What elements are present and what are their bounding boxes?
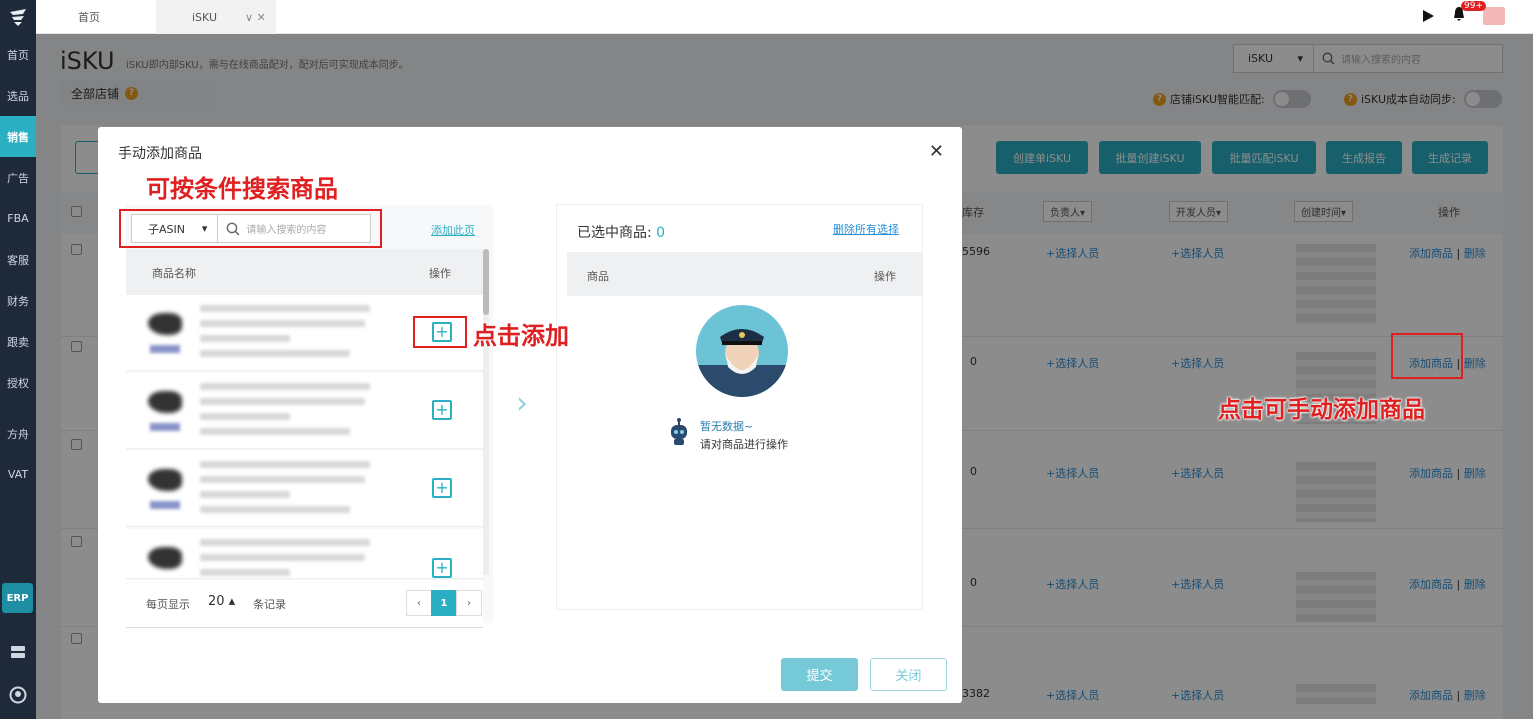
play-icon[interactable] — [1421, 9, 1435, 23]
annotation-click-add: 点击添加 — [473, 322, 569, 350]
sidebar-item-ads[interactable]: 广告 — [0, 157, 36, 198]
modal-title: 手动添加商品 — [118, 146, 202, 162]
product-line — [200, 428, 350, 435]
store-icon[interactable] — [9, 643, 27, 661]
erp-button[interactable]: ERP — [2, 583, 33, 613]
top-right-controls: 99+ — [1421, 1, 1505, 25]
clear-all-selection-link[interactable]: 删除所有选择 — [833, 221, 899, 237]
product-line — [200, 335, 290, 342]
product-line — [200, 320, 365, 327]
sidebar: 首页 选品 销售 广告 FBA 客服 财务 跟卖 授权 方舟 VAT ERP — [0, 0, 36, 719]
sidebar-item-follow-sell[interactable]: 跟卖 — [0, 321, 36, 362]
selected-label: 已选中商品: — [577, 225, 652, 241]
selected-count: 0 — [656, 225, 666, 241]
page-size-select[interactable]: 20 ▴ — [208, 594, 235, 609]
sidebar-item-vat[interactable]: VAT — [0, 454, 36, 495]
product-line — [200, 539, 370, 546]
robot-icon — [671, 418, 687, 445]
empty-state-hint: 请对商品进行操作 — [700, 438, 788, 451]
product-line — [200, 569, 290, 576]
list-item: + — [126, 451, 483, 527]
empty-state-illustration — [696, 305, 788, 397]
sidebar-item-selection[interactable]: 选品 — [0, 75, 36, 116]
annotation-box-add-product — [1391, 333, 1463, 379]
product-line — [200, 305, 370, 312]
product-image — [148, 391, 182, 413]
sidebar-item-sales[interactable]: 销售 — [0, 116, 36, 157]
add-product-button[interactable]: + — [432, 400, 452, 420]
page-size-value: 20 — [208, 594, 225, 609]
product-info — [200, 383, 370, 443]
scrollbar-thumb[interactable] — [483, 249, 489, 315]
annotation-manual-add: 点击可手动添加商品 — [1218, 397, 1425, 423]
sidebar-item-authorize[interactable]: 授权 — [0, 362, 36, 403]
sidebar-item-ark[interactable]: 方舟 — [0, 413, 36, 454]
selected-list-header: 商品 操作 — [567, 252, 922, 296]
prev-page-button[interactable]: ‹ — [406, 590, 432, 616]
add-page-link[interactable]: 添加此页 — [431, 222, 475, 238]
logo-icon — [10, 9, 26, 26]
product-line — [200, 491, 290, 498]
add-product-modal: 手动添加商品 ✕ 子ASIN ▾ 请输入搜索的内容 添加此页 商品名称 操作 +… — [98, 127, 962, 703]
product-list-scrollbar[interactable] — [483, 249, 489, 575]
product-info — [200, 539, 370, 578]
product-image — [148, 469, 182, 491]
list-item: + — [126, 373, 483, 449]
tab-isku-label: iSKU — [192, 10, 218, 24]
product-list-header: 商品名称 操作 — [126, 249, 483, 295]
product-line — [200, 461, 370, 468]
product-line — [200, 398, 365, 405]
sidebar-item-home[interactable]: 首页 — [0, 34, 36, 75]
product-line — [200, 383, 370, 390]
page-size-label: 每页显示 — [146, 598, 190, 611]
col-selected-product: 商品 — [587, 270, 609, 283]
user-circle-icon[interactable] — [9, 686, 27, 704]
top-bar: 首页 iSKU ∨ ✕ 99+ — [36, 0, 1533, 34]
sidebar-item-finance[interactable]: 财务 — [0, 280, 36, 321]
product-info — [200, 305, 370, 365]
tab-isku-controls[interactable]: ∨ ✕ — [245, 11, 266, 24]
add-product-button[interactable]: + — [432, 558, 452, 578]
product-line — [200, 413, 290, 420]
col-selected-action: 操作 — [874, 270, 896, 283]
tab-isku[interactable]: iSKU ∨ ✕ — [156, 0, 276, 34]
product-image — [148, 313, 182, 335]
product-image-tag — [150, 423, 180, 431]
close-icon[interactable]: ✕ — [929, 141, 944, 162]
col-product-name: 商品名称 — [152, 267, 196, 280]
notification-badge: 99+ — [1461, 1, 1486, 11]
annotation-search-hint: 可按条件搜索商品 — [146, 175, 338, 203]
pagination: 每页显示 20 ▴ 条记录 ‹ 1 › — [126, 580, 483, 628]
list-item: + — [126, 529, 483, 579]
col-product-action: 操作 — [429, 267, 451, 280]
annotation-box-add — [413, 316, 467, 348]
next-page-button[interactable]: › — [456, 590, 482, 616]
product-image-tag — [150, 345, 180, 353]
product-line — [200, 506, 350, 513]
product-line — [200, 476, 365, 483]
avatar[interactable] — [1483, 6, 1505, 25]
add-product-button[interactable]: + — [432, 478, 452, 498]
page-1-button[interactable]: 1 — [431, 590, 457, 616]
submit-button[interactable]: 提交 — [781, 658, 858, 691]
empty-state-title: 暂无数据~ — [700, 420, 754, 433]
tab-home[interactable]: 首页 — [78, 0, 100, 34]
product-image-tag — [150, 501, 180, 509]
captain-icon — [696, 329, 788, 397]
sidebar-item-service[interactable]: 客服 — [0, 239, 36, 280]
product-image — [148, 547, 182, 569]
selected-products-title: 已选中商品: 0 — [577, 222, 665, 242]
product-info — [200, 461, 370, 521]
chevron-right-icon: › — [516, 386, 528, 421]
close-button[interactable]: 关闭 — [870, 658, 947, 691]
notification-bell[interactable]: 99+ — [1451, 1, 1486, 25]
annotation-box-search — [119, 209, 382, 248]
page-size-suffix: 条记录 — [253, 598, 286, 611]
product-line — [200, 350, 350, 357]
product-line — [200, 554, 365, 561]
app-logo[interactable] — [0, 0, 36, 34]
sidebar-item-fba[interactable]: FBA — [0, 198, 36, 239]
